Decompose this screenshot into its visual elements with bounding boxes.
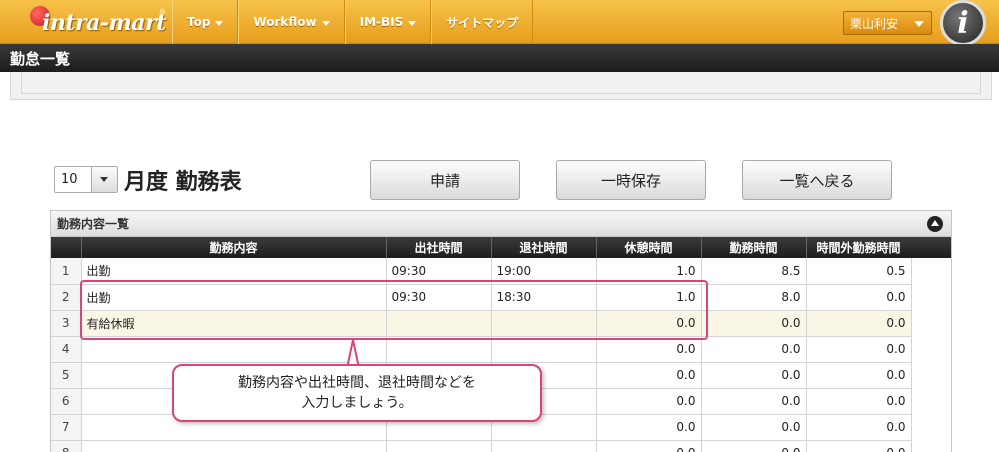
caret-down-icon xyxy=(408,20,417,26)
toolbar-strip xyxy=(10,72,992,100)
cell-work-hours: 0.0 xyxy=(701,310,807,337)
timesheet-heading: 月度 勤務表 xyxy=(124,170,242,195)
apply-button-label: 申請 xyxy=(429,171,460,190)
cell-overtime: 0.0 xyxy=(806,336,912,363)
cell-overtime: 0.0 xyxy=(806,388,912,415)
panel-title: 勤務内容一覧 xyxy=(57,217,130,231)
month-select[interactable]: 10 xyxy=(54,166,118,193)
row-number: 3 xyxy=(51,310,82,337)
row-number: 1 xyxy=(51,258,82,285)
row-number: 7 xyxy=(51,414,82,441)
column-header-overtime[interactable]: 時間外勤務時間 xyxy=(806,237,912,258)
nav-top[interactable]: Top xyxy=(172,0,239,44)
table-header-spacer xyxy=(911,237,951,258)
row-number: 8 xyxy=(51,440,82,452)
nav-top-label: Top xyxy=(187,15,211,29)
callout-line-1: 勤務内容や出社時間、退社時間などを xyxy=(238,375,476,391)
cell-work-hours: 0.0 xyxy=(701,336,807,363)
cell-overtime: 0.0 xyxy=(806,440,912,452)
cell-overtime: 0.5 xyxy=(806,258,912,285)
cell-work-hours: 0.0 xyxy=(701,388,807,415)
info-icon[interactable]: i xyxy=(940,0,986,46)
caret-down-icon xyxy=(914,21,924,27)
nav-im-bis-label: IM-BIS xyxy=(359,15,404,29)
cell-overtime: 0.0 xyxy=(806,284,912,311)
cell-work-type[interactable] xyxy=(81,440,387,452)
page-title: 勤怠一覧 xyxy=(10,49,71,68)
month-select-value: 10 xyxy=(61,172,78,187)
panel-header: 勤務内容一覧 xyxy=(51,211,951,237)
cell-overtime: 0.0 xyxy=(806,414,912,441)
cell-work-hours: 8.5 xyxy=(701,258,807,285)
top-nav-bar: intra-mart ® Top Workflow IM-BIS サイトマップ … xyxy=(0,0,999,46)
column-header-work[interactable]: 勤務時間 xyxy=(701,237,807,258)
column-header-type[interactable]: 勤務内容 xyxy=(81,237,387,258)
nav-im-bis[interactable]: IM-BIS xyxy=(344,0,432,44)
row-number: 4 xyxy=(51,336,82,363)
save-draft-button[interactable]: 一時保存 xyxy=(556,160,706,200)
cell-work-hours: 0.0 xyxy=(701,362,807,389)
cell-break-time[interactable]: 0.0 xyxy=(596,440,702,452)
column-header-no xyxy=(51,237,82,258)
nav-sitemap-label: サイトマップ xyxy=(446,15,519,30)
cell-overtime: 0.0 xyxy=(806,310,912,337)
user-menu-button[interactable]: 栗山利安 xyxy=(843,11,932,35)
nav-workflow[interactable]: Workflow xyxy=(238,0,345,44)
logo-text: intra-mart xyxy=(42,10,166,36)
cell-end-time[interactable] xyxy=(491,440,597,452)
callout-line-2: 入力しましょう。 xyxy=(301,395,413,411)
caret-down-icon xyxy=(321,20,330,26)
main-nav: Top Workflow IM-BIS サイトマップ xyxy=(172,0,534,44)
trademark-icon: ® xyxy=(159,8,166,16)
cell-work-hours: 0.0 xyxy=(701,440,807,452)
user-name: 栗山利安 xyxy=(850,16,899,31)
table-row: 8 0.0 0.0 0.0 xyxy=(51,440,912,452)
instruction-callout: 勤務内容や出社時間、退社時間などを 入力しましょう。 xyxy=(172,364,542,422)
cell-break-time[interactable]: 0.0 xyxy=(596,362,702,389)
save-draft-button-label: 一時保存 xyxy=(600,171,661,190)
intra-mart-logo[interactable]: intra-mart ® xyxy=(30,4,170,40)
apply-button[interactable]: 申請 xyxy=(370,160,520,200)
column-header-start[interactable]: 出社時間 xyxy=(386,237,492,258)
row-number: 2 xyxy=(51,284,82,311)
nav-sitemap[interactable]: サイトマップ xyxy=(431,0,534,44)
column-header-end[interactable]: 退社時間 xyxy=(491,237,597,258)
cell-break-time[interactable]: 0.0 xyxy=(596,414,702,441)
row-number: 6 xyxy=(51,388,82,415)
back-to-list-button[interactable]: 一覧へ戻る xyxy=(742,160,892,200)
dropdown-arrow-icon[interactable] xyxy=(91,167,117,192)
cell-break-time[interactable]: 0.0 xyxy=(596,388,702,415)
info-icon-glyph: i xyxy=(957,5,969,41)
highlight-box xyxy=(80,280,708,340)
toolbar-strip-inner xyxy=(21,72,981,94)
cell-start-time[interactable] xyxy=(386,440,492,452)
table-header-row: 勤務内容 出社時間 退社時間 休憩時間 勤務時間 時間外勤務時間 xyxy=(51,237,912,258)
caret-down-icon xyxy=(215,20,224,26)
cell-work-hours: 0.0 xyxy=(701,414,807,441)
cell-work-hours: 8.0 xyxy=(701,284,807,311)
column-header-break[interactable]: 休憩時間 xyxy=(596,237,702,258)
collapse-up-icon[interactable] xyxy=(927,216,943,232)
back-to-list-button-label: 一覧へ戻る xyxy=(779,171,855,190)
cell-overtime: 0.0 xyxy=(806,362,912,389)
page-title-bar: 勤怠一覧 xyxy=(0,44,999,72)
row-number: 5 xyxy=(51,362,82,389)
nav-workflow-label: Workflow xyxy=(253,15,317,29)
